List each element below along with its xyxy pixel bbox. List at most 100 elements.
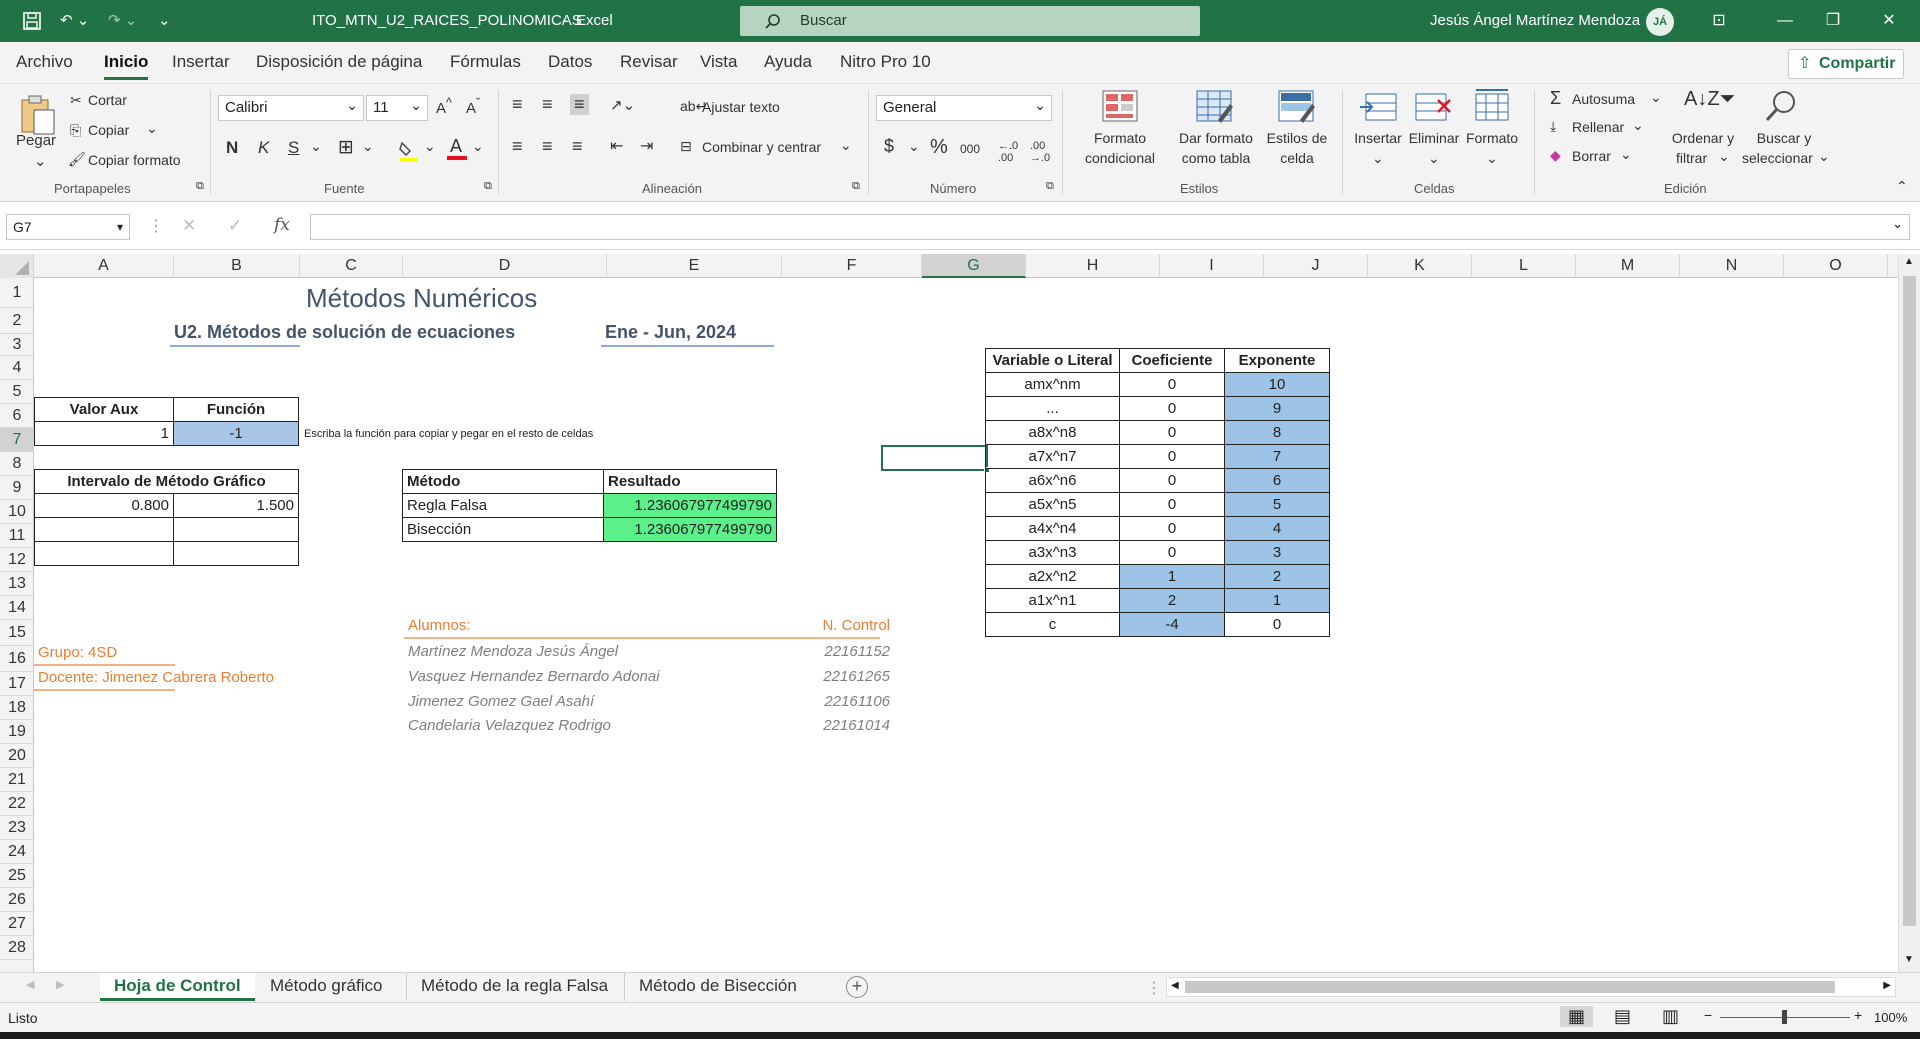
tab-revisar[interactable]: Revisar [620, 52, 678, 72]
fill-color-dropdown-icon[interactable]: ⌄ [424, 138, 436, 155]
close-icon[interactable]: ✕ [1866, 0, 1912, 42]
row-header-5[interactable]: 5 [0, 380, 34, 404]
column-header-d[interactable]: D [403, 254, 607, 278]
alumno-name[interactable]: Jimenez Gomez Gael Asahí [404, 690, 598, 713]
paste-dropdown-icon[interactable]: ⌄ [34, 152, 47, 170]
poly-coefficient-cell[interactable]: 0 [1119, 492, 1225, 517]
alumno-control-number[interactable]: 22161014 [734, 714, 894, 737]
grupo-cell[interactable]: Grupo: 4SD [34, 641, 175, 666]
scroll-down-icon[interactable]: ▼ [1904, 954, 1914, 965]
add-sheet-icon[interactable]: + [846, 976, 868, 998]
insert-dropdown-icon[interactable]: ⌄ [1372, 150, 1384, 167]
poly-variable-cell[interactable]: a4x^n4 [985, 516, 1120, 541]
metodo-header[interactable]: Método [402, 469, 604, 494]
tab-split-handle-icon[interactable]: ⋮ [1146, 978, 1162, 998]
row-header-14[interactable]: 14 [0, 596, 34, 620]
currency-button[interactable]: $ [884, 136, 894, 157]
vertical-scroll-thumb[interactable] [1903, 276, 1916, 926]
intervalo-empty-cell[interactable] [34, 541, 174, 566]
column-header-g[interactable]: G [922, 254, 1026, 278]
next-sheet-icon[interactable]: ▶ [56, 978, 64, 991]
poly-coefficient-cell[interactable]: 0 [1119, 540, 1225, 565]
clear-button[interactable]: Borrar [1572, 148, 1611, 164]
format-cells-button[interactable]: Formato [1462, 130, 1522, 146]
find-dropdown-icon[interactable]: ⌄ [1818, 148, 1830, 165]
tab-inicio[interactable]: Inicio [104, 52, 149, 80]
borders-icon[interactable]: ⊞ [338, 136, 354, 159]
poly-variable-cell[interactable]: a2x^n2 [985, 564, 1120, 589]
poly-variable-cell[interactable]: a5x^n5 [985, 492, 1120, 517]
currency-dropdown-icon[interactable]: ⌄ [908, 138, 920, 155]
ncontrol-header[interactable]: N. Control [734, 614, 894, 637]
regla-falsa-label[interactable]: Regla Falsa [402, 493, 604, 518]
row-header-18[interactable]: 18 [0, 696, 34, 720]
insert-function-icon[interactable]: fx [274, 215, 290, 235]
poly-header[interactable]: Exponente [1224, 348, 1330, 373]
bold-button[interactable]: N [226, 138, 238, 158]
zoom-slider-thumb[interactable] [1782, 1010, 1787, 1024]
thousands-button[interactable]: 000 [960, 142, 980, 156]
poly-coefficient-cell[interactable]: 0 [1119, 468, 1225, 493]
poly-header[interactable]: Coeficiente [1119, 348, 1225, 373]
prev-sheet-icon[interactable]: ◀ [26, 978, 34, 991]
normal-view-icon[interactable]: ▦ [1560, 1006, 1594, 1027]
poly-exponent-cell[interactable]: 5 [1224, 492, 1330, 517]
collapse-ribbon-icon[interactable]: ⌃ [1896, 178, 1908, 195]
align-left-icon[interactable]: ≡ [512, 136, 523, 157]
sheet-tab-hoja-control[interactable]: Hoja de Control [100, 973, 255, 1001]
column-header-o[interactable]: O [1784, 254, 1888, 278]
borders-dropdown-icon[interactable]: ⌄ [362, 138, 374, 155]
clear-dropdown-icon[interactable]: ⌄ [1620, 146, 1632, 163]
column-header-a[interactable]: A [34, 254, 174, 278]
poly-coefficient-cell[interactable]: 2 [1119, 588, 1225, 613]
horizontal-scrollbar[interactable]: ◀ ▶ [1166, 977, 1896, 997]
sheet-title[interactable]: Métodos Numéricos [302, 282, 541, 314]
page-layout-view-icon[interactable]: ▤ [1614, 1006, 1631, 1027]
docente-cell[interactable]: Docente: Jimenez Cabrera Roberto [34, 666, 274, 691]
name-box[interactable]: G7 ▾ [6, 214, 130, 240]
sort-filter-button[interactable]: Ordenar y [1666, 130, 1740, 146]
vertical-scrollbar[interactable]: ▲ ▼ [1898, 254, 1920, 974]
paste-button[interactable]: Pegar [16, 132, 56, 149]
row-header-7[interactable]: 7 [0, 428, 34, 452]
poly-coefficient-cell[interactable]: 0 [1119, 372, 1225, 397]
number-launcher-icon[interactable]: ⧉ [1046, 180, 1054, 193]
increase-font-icon[interactable]: A^ [436, 96, 452, 117]
column-header-c[interactable]: C [300, 254, 403, 278]
align-top-icon[interactable]: ≡ [512, 94, 523, 115]
fill-button[interactable]: Rellenar [1572, 119, 1624, 135]
column-header-f[interactable]: F [782, 254, 922, 278]
poly-coefficient-cell[interactable]: 0 [1119, 420, 1225, 445]
customize-qat-icon[interactable]: ⌄ [158, 0, 171, 42]
poly-coefficient-cell[interactable]: -4 [1119, 612, 1225, 637]
poly-exponent-cell[interactable]: 7 [1224, 444, 1330, 469]
poly-exponent-cell[interactable]: 0 [1224, 612, 1330, 637]
conditional-format-button[interactable]: Formato [1074, 130, 1166, 146]
regla-falsa-result[interactable]: 1.236067977499790 [603, 493, 777, 518]
row-header-17[interactable]: 17 [0, 672, 34, 696]
row-header-13[interactable]: 13 [0, 572, 34, 596]
poly-coefficient-cell[interactable]: 0 [1119, 516, 1225, 541]
expand-formula-icon[interactable]: ⌄ [1892, 216, 1903, 232]
alumno-name[interactable]: Candelaria Velazquez Rodrigo [404, 714, 615, 737]
save-icon[interactable] [22, 0, 42, 46]
row-header-24[interactable]: 24 [0, 840, 34, 864]
selected-cell-g7[interactable] [881, 445, 990, 473]
clipboard-launcher-icon[interactable]: ⧉ [196, 180, 204, 193]
cancel-formula-icon[interactable]: ✕ [182, 216, 196, 236]
fill-dropdown-icon[interactable]: ⌄ [1632, 117, 1644, 134]
align-bottom-icon[interactable]: ≡ [570, 94, 589, 115]
resultado-header[interactable]: Resultado [603, 469, 777, 494]
tab-disposicion[interactable]: Disposición de página [256, 52, 422, 72]
intervalo-empty-cell[interactable] [173, 541, 299, 566]
formula-input[interactable]: ⌄ [310, 214, 1910, 240]
poly-exponent-cell[interactable]: 3 [1224, 540, 1330, 565]
underline-dropdown-icon[interactable]: ⌄ [310, 138, 322, 155]
poly-variable-cell[interactable]: amx^nm [985, 372, 1120, 397]
format-painter-button[interactable]: Copiar formato [88, 152, 181, 168]
column-header-b[interactable]: B [174, 254, 300, 278]
poly-exponent-cell[interactable]: 10 [1224, 372, 1330, 397]
tab-nitro[interactable]: Nitro Pro 10 [840, 52, 931, 72]
row-header-22[interactable]: 22 [0, 792, 34, 816]
poly-variable-cell[interactable]: a3x^n3 [985, 540, 1120, 565]
